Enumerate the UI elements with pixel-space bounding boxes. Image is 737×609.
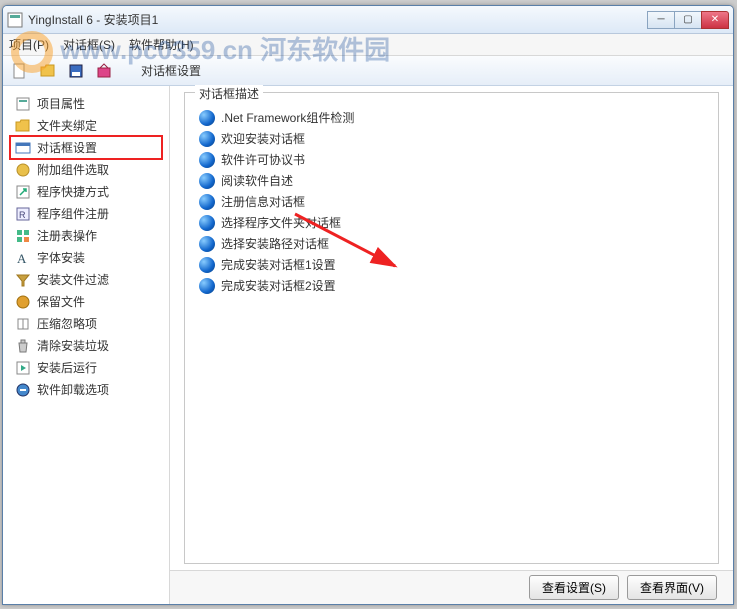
maximize-button[interactable]: ▢ bbox=[674, 11, 702, 29]
clean-icon bbox=[15, 338, 31, 354]
sidebar-item-label: 安装文件过滤 bbox=[37, 271, 109, 288]
sidebar-item-filter[interactable]: 安装文件过滤 bbox=[11, 269, 161, 290]
dialog-item-label: .Net Framework组件检测 bbox=[221, 109, 354, 126]
dialog-list-item[interactable]: 注册信息对话框 bbox=[195, 191, 708, 212]
dialog-item-label: 选择安装路径对话框 bbox=[221, 235, 329, 252]
minimize-button[interactable]: ─ bbox=[647, 11, 675, 29]
sidebar-item-uninstall[interactable]: 软件卸载选项 bbox=[11, 379, 161, 400]
dialog-item-label: 完成安装对话框2设置 bbox=[221, 277, 336, 294]
dialog-list-item[interactable]: 完成安装对话框1设置 bbox=[195, 254, 708, 275]
sidebar-item-props[interactable]: 项目属性 bbox=[11, 93, 161, 114]
dialog-list-item[interactable]: 欢迎安装对话框 bbox=[195, 128, 708, 149]
props-icon bbox=[15, 96, 31, 112]
sidebar-item-registry[interactable]: 注册表操作 bbox=[11, 225, 161, 246]
globe-icon bbox=[199, 257, 215, 273]
sidebar-item-label: 保留文件 bbox=[37, 293, 85, 310]
dialog-list-item[interactable]: 软件许可协议书 bbox=[195, 149, 708, 170]
app-icon bbox=[7, 12, 23, 28]
sidebar-item-clean[interactable]: 清除安装垃圾 bbox=[11, 335, 161, 356]
content-area: 项目属性文件夹绑定对话框设置附加组件选取程序快捷方式 R 程序组件注册注册表操作 A字… bbox=[3, 86, 733, 604]
window-title: YingInstall 6 - 安装项目1 bbox=[28, 11, 648, 28]
filter-icon bbox=[15, 272, 31, 288]
toolbar-open-button[interactable] bbox=[37, 60, 59, 82]
sidebar-item-keep[interactable]: 保留文件 bbox=[11, 291, 161, 312]
breadcrumb: 对话框设置 bbox=[141, 62, 201, 79]
folder-icon bbox=[15, 118, 31, 134]
dialog-item-label: 选择程序文件夹对话框 bbox=[221, 214, 341, 231]
dialog-list-item[interactable]: 完成安装对话框2设置 bbox=[195, 275, 708, 296]
sidebar-item-addon[interactable]: 附加组件选取 bbox=[11, 159, 161, 180]
sidebar-item-register[interactable]: R 程序组件注册 bbox=[11, 203, 161, 224]
dialog-item-label: 欢迎安装对话框 bbox=[221, 130, 305, 147]
dialog-list-item[interactable]: 选择安装路径对话框 bbox=[195, 233, 708, 254]
dialog-item-label: 注册信息对话框 bbox=[221, 193, 305, 210]
main-window: YingInstall 6 - 安装项目1 ─ ▢ ✕ 项目(P) 对话框(S)… bbox=[2, 5, 734, 605]
sidebar-item-folder[interactable]: 文件夹绑定 bbox=[11, 115, 161, 136]
dialog-item-label: 软件许可协议书 bbox=[221, 151, 305, 168]
dialog-item-label: 完成安装对话框1设置 bbox=[221, 256, 336, 273]
dialog-description-group: 对话框描述 .Net Framework组件检测欢迎安装对话框软件许可协议书阅读… bbox=[184, 92, 719, 564]
globe-icon bbox=[199, 173, 215, 189]
dialog-list-item[interactable]: 选择程序文件夹对话框 bbox=[195, 212, 708, 233]
toolbar-save-button[interactable] bbox=[65, 60, 87, 82]
svg-text:A: A bbox=[17, 251, 27, 266]
register-icon: R bbox=[15, 206, 31, 222]
sidebar-item-run[interactable]: 安装后运行 bbox=[11, 357, 161, 378]
globe-icon bbox=[199, 215, 215, 231]
sidebar-item-label: 安装后运行 bbox=[37, 359, 97, 376]
sidebar-item-label: 注册表操作 bbox=[37, 227, 97, 244]
menu-help[interactable]: 软件帮助(H) bbox=[129, 36, 194, 53]
shortcut-icon bbox=[15, 184, 31, 200]
globe-icon bbox=[199, 194, 215, 210]
font-icon: A bbox=[15, 250, 31, 266]
keep-icon bbox=[15, 294, 31, 310]
sidebar-item-label: 字体安装 bbox=[37, 249, 85, 266]
addon-icon bbox=[15, 162, 31, 178]
globe-icon bbox=[199, 152, 215, 168]
sidebar-item-font[interactable]: A 字体安装 bbox=[11, 247, 161, 268]
sidebar-item-label: 附加组件选取 bbox=[37, 161, 109, 178]
menu-dialog[interactable]: 对话框(S) bbox=[63, 36, 115, 53]
titlebar[interactable]: YingInstall 6 - 安装项目1 ─ ▢ ✕ bbox=[3, 6, 733, 34]
dialog-list-item[interactable]: 阅读软件自述 bbox=[195, 170, 708, 191]
bottom-bar: 查看设置(S) 查看界面(V) bbox=[170, 570, 733, 604]
menubar: 项目(P) 对话框(S) 软件帮助(H) bbox=[3, 34, 733, 56]
view-interface-button[interactable]: 查看界面(V) bbox=[627, 575, 717, 600]
globe-icon bbox=[199, 131, 215, 147]
globe-icon bbox=[199, 278, 215, 294]
toolbar-build-button[interactable] bbox=[93, 60, 115, 82]
registry-icon bbox=[15, 228, 31, 244]
toolbar-new-button[interactable] bbox=[9, 60, 31, 82]
sidebar-item-compress[interactable]: 压缩忽略项 bbox=[11, 313, 161, 334]
sidebar-item-label: 清除安装垃圾 bbox=[37, 337, 109, 354]
globe-icon bbox=[199, 110, 215, 126]
run-icon bbox=[15, 360, 31, 376]
close-button[interactable]: ✕ bbox=[701, 11, 729, 29]
svg-text:R: R bbox=[19, 210, 26, 220]
main-panel: 对话框描述 .Net Framework组件检测欢迎安装对话框软件许可协议书阅读… bbox=[170, 86, 733, 604]
sidebar-item-dialog[interactable]: 对话框设置 bbox=[11, 137, 161, 158]
sidebar-item-label: 程序组件注册 bbox=[37, 205, 109, 222]
toolbar: 对话框设置 bbox=[3, 56, 733, 86]
sidebar-item-label: 程序快捷方式 bbox=[37, 183, 109, 200]
dialog-list-item[interactable]: .Net Framework组件检测 bbox=[195, 107, 708, 128]
dialog-item-label: 阅读软件自述 bbox=[221, 172, 293, 189]
dialog-list: .Net Framework组件检测欢迎安装对话框软件许可协议书阅读软件自述注册… bbox=[195, 107, 708, 296]
menu-project[interactable]: 项目(P) bbox=[9, 36, 49, 53]
dialog-icon bbox=[15, 140, 31, 156]
sidebar-item-label: 对话框设置 bbox=[37, 139, 97, 156]
uninstall-icon bbox=[15, 382, 31, 398]
globe-icon bbox=[199, 236, 215, 252]
groupbox-title: 对话框描述 bbox=[195, 85, 263, 102]
sidebar-item-label: 压缩忽略项 bbox=[37, 315, 97, 332]
sidebar-item-label: 软件卸载选项 bbox=[37, 381, 109, 398]
sidebar-item-label: 文件夹绑定 bbox=[37, 117, 97, 134]
sidebar-item-label: 项目属性 bbox=[37, 95, 85, 112]
compress-icon bbox=[15, 316, 31, 332]
sidebar: 项目属性文件夹绑定对话框设置附加组件选取程序快捷方式 R 程序组件注册注册表操作 A字… bbox=[3, 86, 170, 604]
sidebar-item-shortcut[interactable]: 程序快捷方式 bbox=[11, 181, 161, 202]
view-settings-button[interactable]: 查看设置(S) bbox=[529, 575, 619, 600]
